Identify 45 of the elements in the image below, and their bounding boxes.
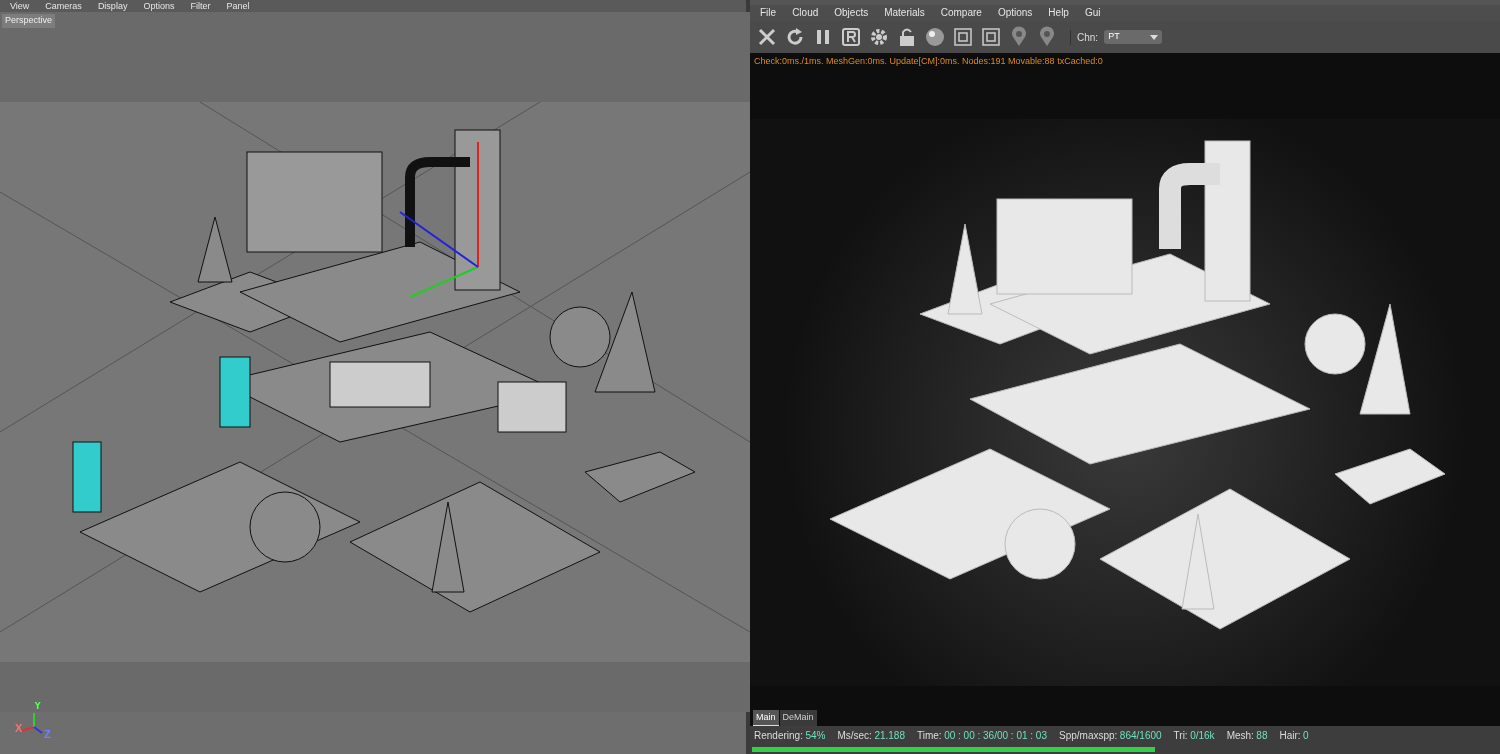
status-value: 54%	[805, 729, 826, 743]
view-tab[interactable]: DeMain	[779, 709, 817, 726]
camera-label: Perspective	[2, 14, 56, 28]
status-label: Ms/sec:	[837, 729, 872, 743]
menu-item[interactable]: Options	[143, 0, 175, 12]
caret-icon	[1150, 34, 1159, 40]
menu-item[interactable]: Panel	[226, 0, 250, 12]
axis-label: Z	[44, 728, 51, 740]
status-label: Rendering:	[754, 729, 803, 743]
status-value: 0	[1303, 729, 1309, 743]
status-value: 21.188	[874, 729, 905, 743]
axis-label: Y	[34, 702, 42, 711]
menu-item[interactable]: Help	[1048, 5, 1069, 21]
view-tab[interactable]: Main	[753, 709, 779, 726]
frame-icon[interactable]	[952, 26, 974, 48]
channel-label: Chn:	[1070, 29, 1099, 45]
status-value: 00 : 00 : 36/00 : 01 : 03	[944, 729, 1047, 743]
material-sphere-icon[interactable]	[924, 26, 946, 48]
menu-item[interactable]: Cloud	[792, 5, 819, 21]
status-value: 88	[1256, 729, 1268, 743]
status-label: Spp/maxspp:	[1059, 729, 1118, 743]
menu-item[interactable]: View	[10, 0, 30, 12]
stop-render-icon[interactable]	[756, 26, 778, 48]
menu-item[interactable]: Gui	[1084, 5, 1101, 21]
menu-item[interactable]: Options	[997, 5, 1033, 21]
status-label: Tri:	[1173, 729, 1188, 743]
channel-dropdown[interactable]: PT	[1104, 30, 1163, 44]
status-value: 864/1600	[1119, 729, 1162, 743]
menu-item[interactable]: Compare	[940, 5, 982, 21]
status-value: 0/16k	[1190, 729, 1215, 743]
stats-text: Check:0ms./1ms. MeshGen:0ms. Update[CM]:0ms. Nodes:191 Movable:88 txCached:0	[754, 56, 1103, 66]
menu-item[interactable]: Cameras	[45, 0, 82, 12]
axis-label: X	[15, 722, 23, 734]
menu-item[interactable]: Objects	[834, 5, 869, 21]
menu-item[interactable]: Display	[97, 0, 128, 12]
status-label: Time:	[917, 729, 942, 743]
status-label: Mesh:	[1226, 729, 1254, 743]
axis-gizmo-icon	[20, 712, 43, 734]
menu-item[interactable]: File	[760, 5, 777, 21]
settings-icon[interactable]	[868, 26, 890, 48]
menu-item[interactable]: Materials	[884, 5, 925, 21]
frame-icon[interactable]	[980, 26, 1002, 48]
region-icon[interactable]	[840, 26, 862, 48]
status-label: Hair:	[1279, 729, 1301, 743]
menu-item[interactable]: Filter	[190, 0, 211, 12]
